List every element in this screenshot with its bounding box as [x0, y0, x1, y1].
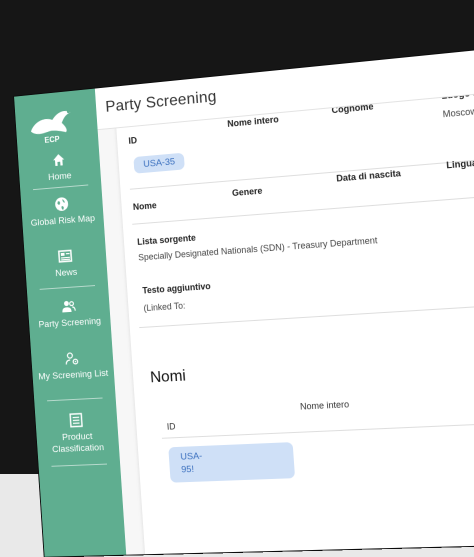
globe-icon	[54, 196, 70, 213]
sidebar-item-label: Product Classification	[52, 431, 104, 455]
sidebar-item-party-screening[interactable]: Party Screening	[28, 296, 111, 332]
sidebar-divider	[40, 285, 95, 290]
home-icon	[51, 152, 67, 169]
sidebar-item-product-classification[interactable]: Product Classification	[35, 410, 119, 456]
sidebar-divider	[47, 398, 103, 402]
row-divider	[139, 299, 474, 328]
sidebar-item-label: Party Screening	[38, 316, 101, 331]
sidebar-item-my-screening-list[interactable]: My Screening List	[31, 348, 114, 383]
sidebar-item-home[interactable]: Home	[18, 149, 101, 187]
record-id-chip[interactable]: USA-35	[133, 153, 185, 174]
row-divider	[162, 418, 474, 438]
sidebar-divider	[33, 184, 88, 190]
sidebar-divider	[51, 464, 107, 467]
app-screen: ECP Home Global Risk Map News Party Scre…	[14, 41, 474, 557]
col-header-gender: Genere	[232, 186, 263, 198]
logo-text: ECP	[44, 135, 60, 145]
col-header-name: Nome	[133, 200, 157, 212]
detail-card: ID Nome intero Cognome Luogo di n USA-35…	[115, 71, 474, 556]
names-section-title: Nomi	[150, 368, 187, 388]
names-col-header-id: ID	[167, 421, 176, 431]
sidebar-item-news[interactable]: News	[24, 245, 107, 282]
people-icon	[61, 298, 77, 314]
source-list-label: Lista sorgente	[137, 233, 196, 247]
birthplace-value: Moscow, R	[442, 105, 474, 119]
user-gear-icon	[64, 350, 80, 366]
sidebar-item-label: News	[55, 267, 78, 279]
main-area: ID Nome intero Cognome Luogo di n USA-35…	[95, 41, 474, 555]
newspaper-icon	[57, 248, 73, 265]
screen-scene: ECP Home Global Risk Map News Party Scre…	[0, 0, 474, 484]
sidebar-item-label: My Screening List	[38, 368, 108, 382]
additional-text-value: (Linked To:	[143, 301, 185, 313]
names-id-chip[interactable]: USA- 95!	[168, 442, 295, 483]
page-title: Party Screening	[105, 88, 217, 116]
row-divider	[132, 188, 474, 225]
col-header-language: Lingua	[446, 158, 474, 171]
sidebar-item-label: Home	[48, 170, 72, 183]
sidebar-item-label: Global Risk Map	[30, 213, 95, 229]
names-col-header-full-name: Nome intero	[300, 399, 350, 411]
sidebar-item-global-risk-map[interactable]: Global Risk Map	[21, 193, 104, 230]
col-header-id: ID	[128, 135, 137, 146]
ecp-logo-icon	[24, 100, 81, 140]
additional-text-label: Testo aggiuntivo	[142, 281, 211, 295]
list-document-icon	[68, 412, 84, 428]
